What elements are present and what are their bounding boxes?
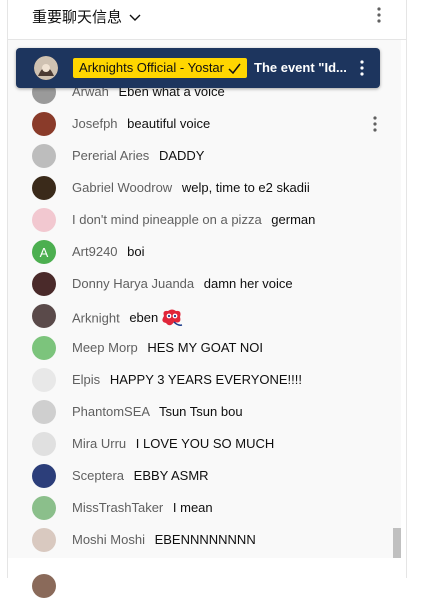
message-line: PhantomSEA Tsun Tsun bou [72, 404, 243, 419]
author-name[interactable]: I don't mind pineapple on a pizza [72, 212, 262, 227]
message-text: Tsun Tsun bou [158, 404, 243, 419]
message-line: Pererial Aries DADDY [72, 148, 204, 163]
message-text: beautiful voice [127, 116, 211, 131]
author-name[interactable]: Elpis [72, 372, 100, 387]
pinned-message[interactable]: Arknights Official - Yostar The event "I… [16, 48, 380, 88]
owner-badge: Arknights Official - Yostar [73, 58, 247, 78]
avatar[interactable] [32, 400, 56, 424]
avatar[interactable] [32, 464, 56, 488]
message-line: Moshi Moshi EBENNNNNNNN [72, 532, 256, 547]
message-text: damn her voice [203, 276, 293, 291]
chat-message-list: Arknights Official - Yostar The event "I… [8, 40, 401, 558]
pinned-text: The event "Id... [254, 60, 347, 75]
more-vert-icon[interactable] [370, 4, 388, 26]
message-text: EBENNNNNNNN [154, 532, 256, 547]
avatar[interactable] [32, 368, 56, 392]
message-line: Art9240 boi [72, 244, 145, 259]
chat-message[interactable]: A Art9240 boi [8, 237, 393, 267]
message-line: Gabriel Woodrow welp, time to e2 skadii [72, 180, 310, 195]
author-name[interactable]: MissTrashTaker [72, 500, 163, 515]
chat-message[interactable]: PhantomSEA Tsun Tsun bou [8, 397, 393, 427]
author-name[interactable]: Josefph [72, 116, 118, 131]
chat-message[interactable]: Pererial Aries DADDY [8, 141, 393, 171]
message-text: welp, time to e2 skadii [181, 180, 310, 195]
avatar[interactable] [32, 112, 56, 136]
chat-message[interactable]: Moshi Moshi EBENNNNNNNN [8, 525, 393, 555]
author-name[interactable]: Art9240 [72, 244, 118, 259]
chat-message[interactable]: Mira Urru I LOVE YOU SO MUCH [8, 429, 393, 459]
message-text: I LOVE YOU SO MUCH [135, 436, 275, 451]
message-text: HES MY GOAT NOI [147, 340, 263, 355]
avatar[interactable] [32, 144, 56, 168]
kebab-icon[interactable] [353, 57, 371, 79]
avatar[interactable] [32, 336, 56, 360]
avatar[interactable] [32, 176, 56, 200]
kebab-glyph [360, 60, 364, 76]
pinned-author: Arknights Official - Yostar [79, 60, 224, 75]
author-name[interactable]: Donny Harya Juanda [72, 276, 194, 291]
avatar[interactable] [32, 272, 56, 296]
author-name[interactable]: Mira Urru [72, 436, 126, 451]
checkmark-icon [228, 63, 241, 74]
chat-message[interactable]: Gabriel Woodrow welp, time to e2 skadii [8, 173, 393, 203]
author-name[interactable]: Moshi Moshi [72, 532, 145, 547]
scrollbar-thumb[interactable] [393, 528, 401, 558]
message-text: boi [127, 244, 145, 259]
message-line: Donny Harya Juanda damn her voice [72, 276, 293, 291]
chat-mode-label: 重要聊天信息 [32, 9, 123, 26]
author-name[interactable]: Pererial Aries [72, 148, 149, 163]
message-line: Mira Urru I LOVE YOU SO MUCH [72, 436, 274, 451]
custom-emoji-icon [162, 309, 183, 326]
message-text: eben [129, 310, 159, 326]
chat-message[interactable]: Sceptera EBBY ASMR [8, 461, 393, 491]
chat-message[interactable]: Arknight eben [8, 301, 393, 331]
author-name[interactable]: Arknight [72, 310, 120, 325]
message-line: Meep Morp HES MY GOAT NOI [72, 340, 263, 355]
chat-message[interactable]: Josefph beautiful voice [8, 109, 393, 139]
avatar[interactable]: A [32, 240, 56, 264]
chat-message[interactable]: I don't mind pineapple on a pizza german [8, 205, 393, 235]
message-line: Josefph beautiful voice [72, 116, 210, 131]
author-name[interactable]: PhantomSEA [72, 404, 149, 419]
message-more-icon[interactable] [366, 113, 384, 135]
chat-header: 重要聊天信息 [8, 0, 406, 40]
chat-message[interactable]: Meep Morp HES MY GOAT NOI [8, 333, 393, 363]
chevron-down-icon [129, 14, 141, 21]
message-line: Arknight eben [72, 308, 184, 330]
author-name[interactable]: Meep Morp [72, 340, 138, 355]
more-vert-glyph [377, 7, 381, 23]
message-line: I don't mind pineapple on a pizza german [72, 212, 315, 227]
avatar[interactable] [32, 304, 56, 328]
avatar[interactable] [32, 432, 56, 456]
message-line: Sceptera EBBY ASMR [72, 468, 209, 483]
avatar[interactable] [32, 496, 56, 520]
avatar[interactable] [32, 528, 56, 552]
message-text: HAPPY 3 YEARS EVERYONE!!!! [109, 372, 303, 387]
author-name[interactable]: Gabriel Woodrow [72, 180, 172, 195]
message-text: EBBY ASMR [133, 468, 209, 483]
chat-message[interactable]: Elpis HAPPY 3 YEARS EVERYONE!!!! [8, 365, 393, 395]
message-more-glyph [373, 116, 377, 132]
avatar [34, 56, 58, 80]
author-name[interactable]: Sceptera [72, 468, 124, 483]
message-text: I mean [172, 500, 213, 515]
chat-mode-selector[interactable]: 重要聊天信息 [32, 6, 142, 27]
message-line: Elpis HAPPY 3 YEARS EVERYONE!!!! [72, 372, 302, 387]
avatar-initial: A [39, 244, 49, 260]
message-text: DADDY [158, 148, 205, 163]
chat-message[interactable]: Donny Harya Juanda damn her voice [8, 269, 393, 299]
live-chat-panel: 重要聊天信息 Arknights Official - Yostar The e… [7, 0, 407, 598]
message-text: german [271, 212, 316, 227]
scrollbar[interactable] [393, 100, 401, 558]
chat-message[interactable]: MissTrashTaker I mean [8, 493, 393, 523]
avatar[interactable] [32, 208, 56, 232]
message-line: MissTrashTaker I mean [72, 500, 213, 515]
